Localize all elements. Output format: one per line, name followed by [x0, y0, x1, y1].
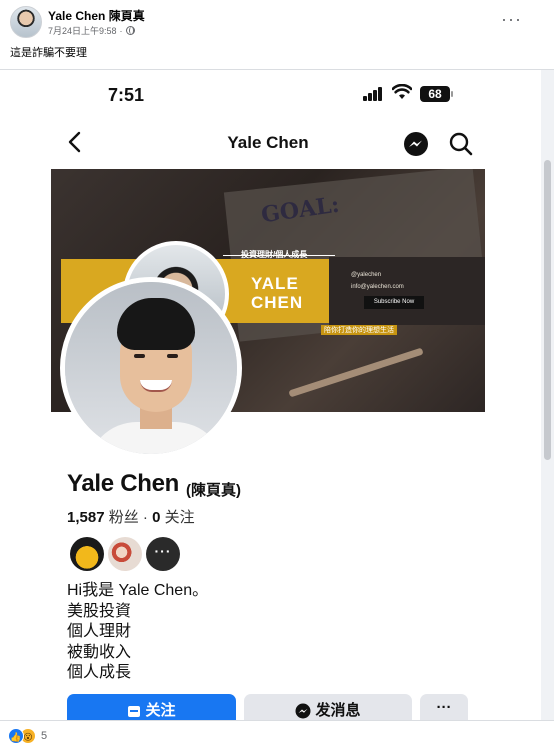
cover-subscribe-badge: Subscribe Now	[364, 296, 424, 309]
scrollbar[interactable]	[541, 70, 554, 720]
globe-icon	[125, 26, 135, 35]
post-meta: 7月24日上午9:58 ·	[48, 24, 135, 37]
more-friends-button[interactable]: ···	[146, 537, 180, 571]
battery-indicator: 68	[420, 86, 450, 102]
message-label: 发消息	[315, 702, 361, 719]
shared-screenshot[interactable]: 7:51 68 Yale Chen GOAL: 投資理財/個人成長 YALE C…	[0, 70, 541, 720]
bio-line: 美股投資	[67, 602, 132, 620]
friend-avatar[interactable]	[108, 537, 142, 571]
followers-count[interactable]: 1,587	[67, 509, 105, 526]
mutual-friends: ···	[70, 537, 180, 571]
profile-picture[interactable]	[60, 277, 242, 459]
reactions-summary[interactable]: 👍 😮 5	[8, 728, 47, 744]
profile-more-button[interactable]: ···	[420, 694, 468, 720]
messenger-icon[interactable]	[404, 132, 428, 156]
profile-stats: 1,587 粉丝 · 0 关注	[67, 509, 195, 526]
cover-brand: YALE CHEN	[251, 274, 303, 312]
post-timestamp[interactable]: 7月24日上午9:58	[48, 24, 117, 37]
followers-label[interactable]: 粉丝	[109, 509, 139, 526]
cover-link-1: @yalechen	[351, 272, 382, 278]
bio-line: 被動收入	[67, 643, 132, 661]
profile-bio: Hi我是 Yale Chen。 美股投資 個人理財 被動收入 個人成長	[67, 581, 208, 684]
wifi-icon	[392, 84, 412, 99]
cover-top-label: 投資理財/個人成長	[241, 250, 308, 259]
post-more-button[interactable]: ···	[501, 10, 522, 28]
author-avatar[interactable]	[10, 6, 42, 38]
cover-link-2: info@yalechen.com	[351, 284, 404, 290]
cover-pen	[288, 347, 424, 398]
follow-label: 关注	[145, 702, 176, 719]
messenger-icon	[295, 703, 311, 719]
cover-dark-panel	[329, 257, 485, 325]
scrollbar-thumb[interactable]	[544, 160, 551, 460]
post-caption: 這是詐騙不要理	[10, 47, 87, 59]
cover-links: @yalechen info@yalechen.com	[351, 272, 404, 290]
reactions-count[interactable]: 5	[41, 730, 47, 742]
cover-bottom-label: 陪你打造你的理想生活	[321, 325, 397, 335]
follow-button[interactable]: 关注	[67, 694, 236, 720]
profile-name: Yale Chen	[67, 470, 180, 497]
bio-line: 個人成長	[67, 664, 132, 681]
author-name[interactable]: Yale Chen 陳頁真	[48, 7, 145, 24]
battery-tip	[451, 91, 453, 97]
profile-alt-name: (陳頁真)	[186, 482, 241, 499]
search-icon[interactable]	[448, 131, 474, 157]
cover-brand-line1: YALE	[251, 274, 299, 293]
signal-icon	[363, 87, 385, 101]
follow-icon	[128, 706, 141, 718]
status-time: 7:51	[108, 85, 145, 105]
divider	[0, 720, 554, 721]
bio-line: Hi我是 Yale Chen。	[67, 582, 209, 599]
following-count[interactable]: 0	[152, 509, 160, 526]
message-button[interactable]: 发消息	[244, 694, 412, 720]
cover-brand-line2: CHEN	[251, 293, 304, 312]
like-reaction-icon: 👍	[8, 728, 24, 744]
following-label[interactable]: 关注	[165, 509, 195, 526]
post-header: Yale Chen 陳頁真 7月24日上午9:58 · ···	[10, 6, 544, 40]
bio-line: 個人理財	[67, 623, 132, 640]
friend-avatar[interactable]	[70, 537, 104, 571]
